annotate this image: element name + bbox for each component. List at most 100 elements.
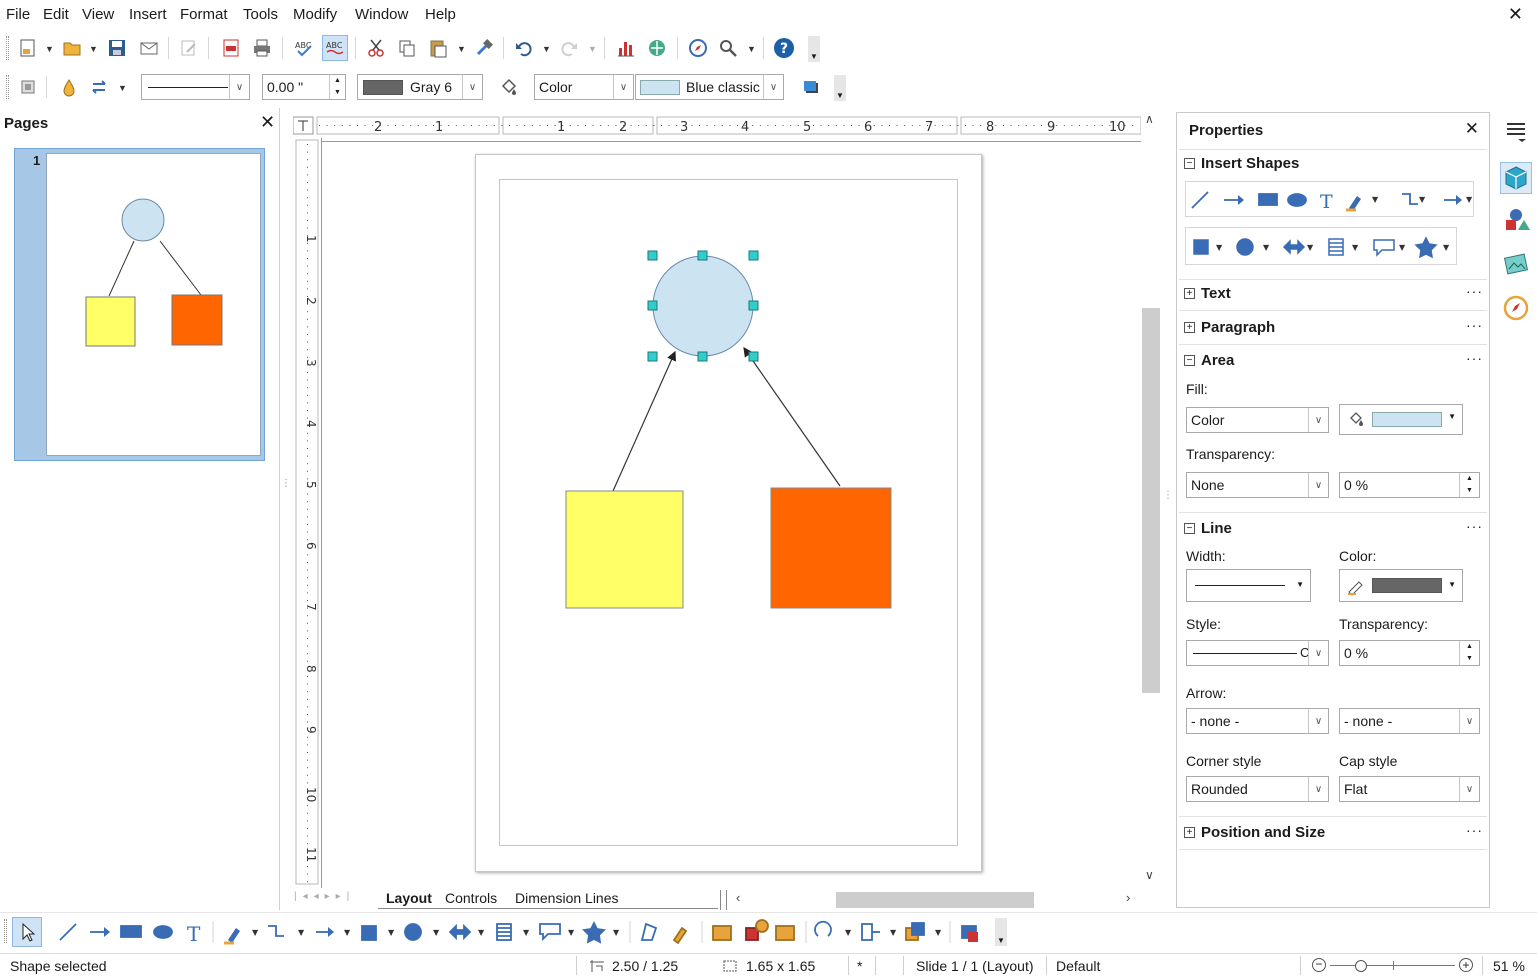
line-style-dropdown[interactable]: C ∨	[1186, 640, 1329, 666]
line-style-select[interactable]: ∨	[141, 74, 250, 100]
zoom-out-icon[interactable]: −	[1312, 958, 1326, 972]
transparency-type-select[interactable]: None ∨	[1186, 472, 1329, 498]
toolbar-overflow-icon[interactable]: ▼	[995, 918, 1007, 946]
export-pdf-icon[interactable]	[219, 36, 243, 60]
collapse-icon[interactable]: −	[1184, 158, 1195, 169]
document-modified-indicator[interactable]: *	[857, 958, 862, 974]
section-position-size[interactable]: Position and Size	[1201, 824, 1325, 841]
open-dropdown-icon[interactable]: ▼	[89, 44, 98, 54]
more-options-icon[interactable]: ···	[1466, 283, 1483, 299]
toolbar-grip[interactable]	[4, 919, 7, 943]
arrow-start-select[interactable]: - none - ∨	[1186, 708, 1329, 734]
line-width-spin[interactable]: 0.00 " ▲ ▼	[262, 74, 346, 100]
toolbar-grip[interactable]	[6, 36, 9, 60]
toolbar-grip[interactable]	[6, 75, 9, 99]
close-icon[interactable]: ✕	[260, 112, 275, 133]
vertical-ruler[interactable]: 1 2 3 4 5 6 7 8 9 10 11	[293, 138, 320, 886]
styles-deck-icon[interactable]	[1502, 206, 1530, 234]
help-icon[interactable]: ?	[772, 36, 796, 60]
properties-deck-icon[interactable]	[1500, 162, 1532, 194]
arrow-end-select[interactable]: - none - ∨	[1339, 708, 1480, 734]
more-options-icon[interactable]: ···	[1466, 822, 1483, 838]
expand-icon[interactable]: +	[1184, 288, 1195, 299]
yellow-square-shape[interactable]	[565, 490, 684, 609]
redo-icon[interactable]	[557, 36, 581, 60]
new-icon[interactable]	[16, 36, 40, 60]
shadow-icon[interactable]	[799, 75, 823, 99]
zoom-slider-thumb[interactable]	[1355, 960, 1367, 972]
clone-formatting-icon[interactable]	[472, 36, 496, 60]
tab-controls[interactable]: Controls	[445, 890, 497, 906]
corner-style-select[interactable]: Rounded ∨	[1186, 776, 1329, 802]
line-transparency-spin[interactable]: 0 % ▲ ▼	[1339, 640, 1480, 666]
sidebar-menu-icon[interactable]	[1504, 120, 1528, 144]
horizontal-ruler[interactable]: 2 1 1 2 3 4 5 6 7 8 9 10	[292, 111, 1142, 137]
scroll-left-icon[interactable]: ‹	[736, 890, 740, 905]
print-icon[interactable]	[250, 36, 274, 60]
zoom-icon[interactable]	[716, 36, 740, 60]
drawing-tools-strip[interactable]: T ▼ ▼ ▼ ▼ ▼ ▼ ▼ ▼ ▼ ▼ ▼ ▼	[50, 914, 1060, 950]
collapse-icon[interactable]: −	[1184, 523, 1195, 534]
expand-icon[interactable]: +	[1184, 322, 1195, 333]
slide-page[interactable]	[475, 154, 982, 872]
section-insert-shapes[interactable]: Insert Shapes	[1201, 155, 1299, 172]
line-color-dropdown[interactable]: ▼	[1339, 569, 1463, 602]
transparency-spin[interactable]: 0 % ▲ ▼	[1339, 472, 1480, 498]
redo-dropdown-icon[interactable]: ▼	[588, 44, 597, 54]
paste-dropdown-icon[interactable]: ▼	[457, 44, 466, 54]
more-options-icon[interactable]: ···	[1466, 518, 1483, 534]
fill-type-select[interactable]: Color ∨	[1186, 407, 1329, 433]
slide-thumbnail[interactable]: 1	[14, 148, 265, 461]
line-width-dropdown[interactable]: ▼	[1186, 569, 1311, 602]
zoom-level[interactable]: 51 %	[1493, 958, 1525, 974]
toolbar-overflow-icon[interactable]: ▼	[808, 36, 820, 62]
spin-arrows-icon[interactable]: ▲ ▼	[1459, 641, 1479, 665]
scroll-up-icon[interactable]: ∧	[1145, 112, 1154, 126]
undo-icon[interactable]	[512, 36, 536, 60]
spelling-icon[interactable]: ABC	[292, 36, 316, 60]
copy-icon[interactable]	[395, 36, 419, 60]
more-options-icon[interactable]: ···	[1466, 350, 1483, 366]
open-icon[interactable]	[60, 36, 84, 60]
scroll-right-icon[interactable]: ›	[1126, 890, 1130, 905]
section-line[interactable]: Line	[1201, 520, 1232, 537]
undo-dropdown-icon[interactable]: ▼	[542, 44, 551, 54]
horizontal-scroll-thumb[interactable]	[836, 892, 1034, 908]
select-style-icon[interactable]	[16, 75, 40, 99]
section-area[interactable]: Area	[1201, 352, 1234, 369]
menu-window[interactable]: Window	[355, 6, 408, 23]
area-icon[interactable]	[496, 75, 520, 99]
connector-right[interactable]	[743, 347, 841, 487]
toolbar-overflow-icon[interactable]: ▼	[834, 75, 846, 101]
selected-circle-shape[interactable]	[652, 255, 754, 357]
email-icon[interactable]	[137, 36, 161, 60]
spin-arrows-icon[interactable]: ▲ ▼	[1459, 473, 1479, 497]
navigator-deck-icon[interactable]	[1502, 294, 1530, 322]
menu-insert[interactable]: Insert	[129, 6, 167, 23]
menu-file[interactable]: File	[6, 6, 30, 23]
zoom-dropdown-icon[interactable]: ▼	[747, 44, 756, 54]
tab-navigation-icon[interactable]: |◂◂▸▸|	[294, 891, 378, 909]
vertical-scrollbar[interactable]: ∧ ∨	[1140, 108, 1162, 888]
select-tool-icon[interactable]	[12, 917, 42, 947]
collapse-icon[interactable]: −	[1184, 355, 1195, 366]
more-options-icon[interactable]: ···	[1466, 317, 1483, 333]
navigator-icon[interactable]	[686, 36, 710, 60]
gallery-deck-icon[interactable]	[1502, 250, 1530, 278]
area-style-select[interactable]: Color ∨	[534, 74, 634, 100]
edit-file-icon[interactable]	[177, 36, 201, 60]
save-icon[interactable]	[105, 36, 129, 60]
tab-layout[interactable]: Layout	[386, 890, 432, 906]
menu-view[interactable]: View	[82, 6, 114, 23]
master-slide-name[interactable]: Default	[1056, 958, 1100, 974]
vertical-scroll-thumb[interactable]	[1142, 308, 1160, 693]
menu-edit[interactable]: Edit	[43, 6, 69, 23]
paste-icon[interactable]	[426, 36, 450, 60]
fill-color-select[interactable]: Blue classic ∨	[635, 74, 784, 100]
scroll-down-icon[interactable]: ∨	[1145, 868, 1154, 882]
spin-arrows-icon[interactable]: ▲ ▼	[329, 75, 345, 99]
cap-style-select[interactable]: Flat ∨	[1339, 776, 1480, 802]
cut-icon[interactable]	[364, 36, 388, 60]
zoom-in-icon[interactable]: +	[1459, 958, 1473, 972]
menu-format[interactable]: Format	[180, 6, 228, 23]
